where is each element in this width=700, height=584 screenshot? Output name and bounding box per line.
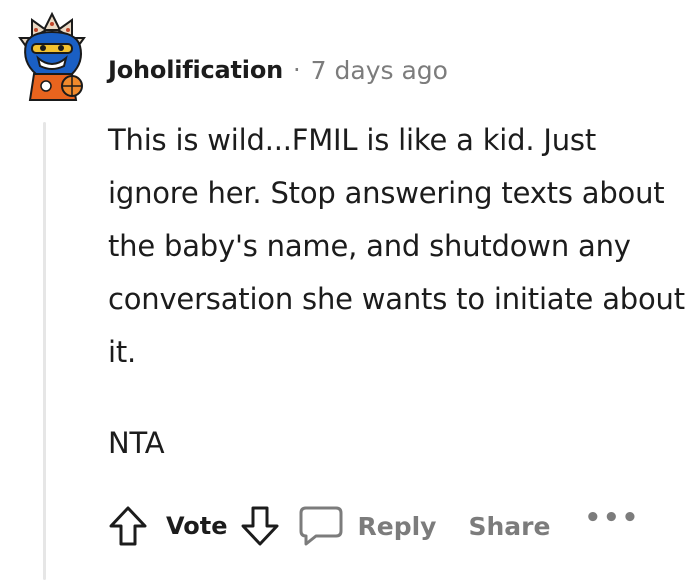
more-options-button[interactable]: •••: [584, 503, 640, 533]
comment-actions: Vote Reply Share •••: [104, 500, 640, 552]
username-link[interactable]: Joholification: [108, 56, 283, 84]
comment-paragraph: NTA: [108, 426, 165, 460]
comment-body: This is wild...FMIL is like a kid. Just …: [108, 114, 688, 470]
comment: Joholification · 7 days ago This is wild…: [0, 0, 700, 584]
reply-label: Reply: [357, 511, 437, 541]
thread-line[interactable]: [43, 122, 46, 580]
meta-separator: ·: [293, 56, 301, 84]
arrow-down-icon: [241, 506, 278, 546]
share-button[interactable]: Share: [468, 512, 550, 541]
arrow-up-icon: [109, 506, 147, 546]
vote-count: Vote: [166, 512, 228, 540]
timestamp[interactable]: 7 days ago: [311, 56, 448, 85]
avatar-image: [18, 11, 86, 101]
reply-button[interactable]: Reply: [298, 505, 437, 547]
upvote-button[interactable]: [104, 502, 152, 550]
downvote-button[interactable]: [236, 502, 284, 550]
comment-paragraph: This is wild...FMIL is like a kid. Just …: [108, 123, 685, 369]
comment-meta: Joholification · 7 days ago: [108, 50, 448, 90]
avatar[interactable]: [10, 10, 94, 102]
speech-bubble-icon: [299, 506, 342, 546]
